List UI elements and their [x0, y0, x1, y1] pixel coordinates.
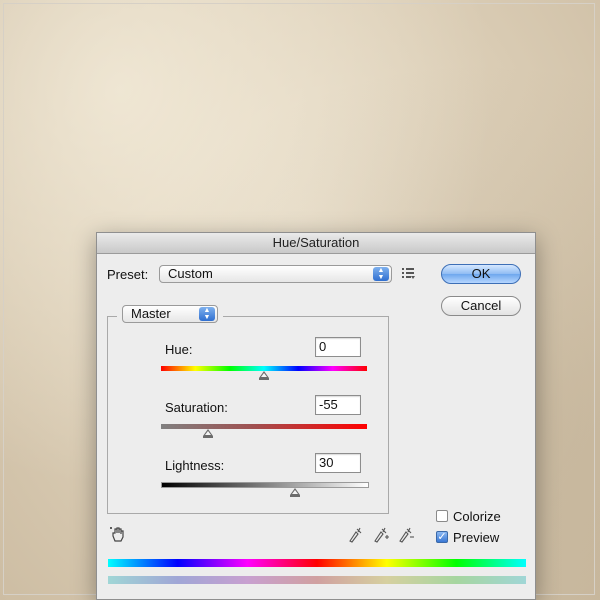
saturation-slider-track[interactable] [161, 424, 367, 429]
hue-saturation-dialog: Hue/Saturation Preset: Custom ▲ ▼ OK Canc… [96, 232, 536, 600]
lightness-field[interactable]: 30 [315, 453, 361, 473]
preview-checkbox[interactable]: ✓ [436, 531, 448, 543]
saturation-slider-thumb[interactable] [203, 429, 213, 436]
eyedropper-plus-icon[interactable] [372, 525, 390, 543]
window-title: Hue/Saturation [97, 233, 535, 254]
saturation-label: Saturation: [165, 400, 228, 415]
checkmark-icon: ✓ [437, 531, 447, 543]
popup-arrows-icon: ▲ ▼ [199, 307, 215, 321]
hand-adjust-icon[interactable] [109, 525, 127, 543]
popup-arrows-icon: ▲ ▼ [373, 267, 389, 281]
output-color-ramp [108, 576, 526, 584]
preview-label[interactable]: Preview [453, 530, 499, 545]
preset-label: Preset: [107, 267, 149, 282]
channel-select[interactable]: Master ▲ ▼ [122, 305, 218, 323]
lightness-slider-thumb[interactable] [290, 488, 300, 495]
eyedropper-minus-icon[interactable] [397, 525, 415, 543]
saturation-slider-thumb-base [203, 436, 213, 438]
ok-button[interactable]: OK [441, 264, 521, 284]
colorize-label[interactable]: Colorize [453, 509, 501, 524]
lightness-slider-thumb-base [290, 495, 300, 497]
saturation-field[interactable]: -55 [315, 395, 361, 415]
colorize-checkbox[interactable] [436, 510, 448, 522]
input-color-ramp [108, 559, 526, 567]
channel-select-wrap: Master ▲ ▼ [117, 305, 223, 323]
cancel-button[interactable]: Cancel [441, 296, 521, 316]
preset-select-value: Custom [168, 266, 213, 281]
lightness-slider-track[interactable] [161, 482, 369, 488]
channel-select-value: Master [131, 306, 171, 321]
preset-options-icon[interactable] [401, 265, 415, 281]
lightness-label: Lightness: [165, 458, 225, 473]
hue-label: Hue: [165, 342, 193, 357]
adjustment-group: Master ▲ ▼ Hue: 0 Saturation: -55 Lightne… [107, 305, 389, 514]
hue-field[interactable]: 0 [315, 337, 361, 357]
hue-slider-thumb[interactable] [259, 371, 269, 378]
hue-slider-thumb-base [259, 378, 269, 380]
preset-select[interactable]: Custom ▲ ▼ [159, 265, 392, 283]
eyedropper-icon[interactable] [347, 525, 363, 543]
